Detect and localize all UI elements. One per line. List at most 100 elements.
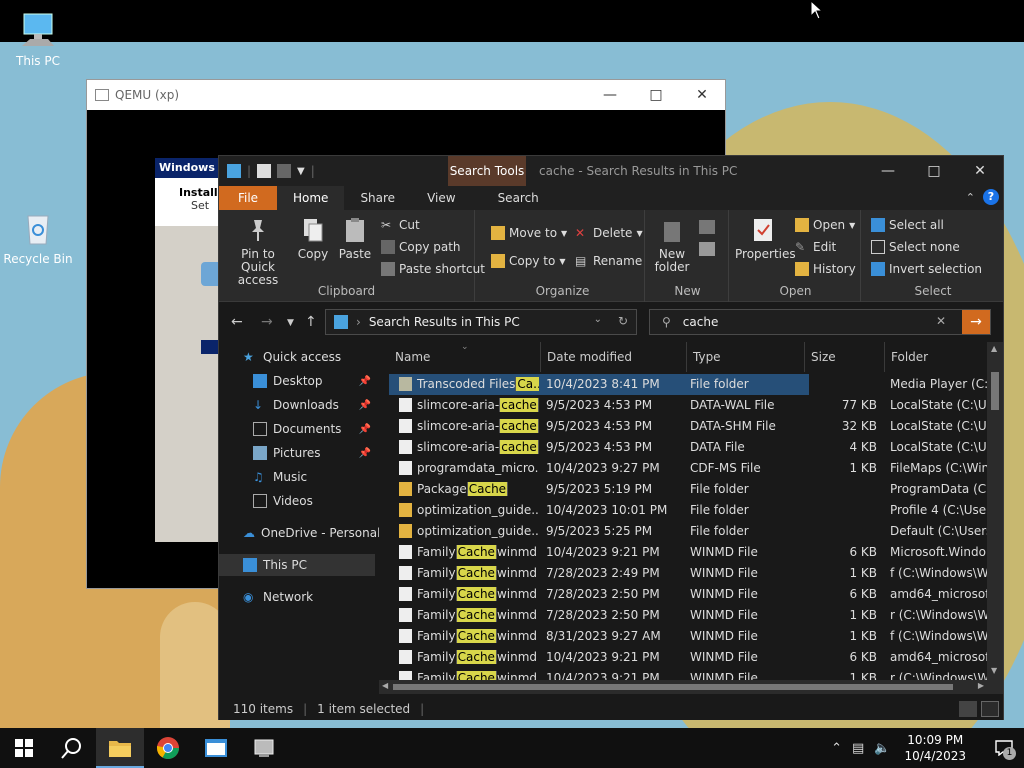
table-row[interactable]: slimcore-aria-cache... 9/5/2023 4:53 PM DA… [389,437,988,458]
recent-locations-icon[interactable]: ▼ [287,318,294,328]
table-row[interactable]: slimcore-aria-cache... 9/5/2023 4:53 PM DA… [389,416,988,437]
minimize-button[interactable]: — [865,156,911,186]
table-row[interactable]: Family Cache winmd 7/28/2023 2:50 PM WINMD F… [389,605,988,626]
search-input[interactable]: cache [683,315,719,329]
table-row[interactable]: optimization_guide... 10/4/2023 10:01 PM F… [389,500,988,521]
table-row[interactable]: Family Cache winmd 10/4/2023 9:21 PM WINMD F… [389,647,988,668]
tab-search[interactable]: Search [482,186,555,210]
vertical-scrollbar[interactable]: ▲ ▼ [987,342,1003,694]
search-tools-context-tab[interactable]: Search Tools [448,156,526,186]
edit-button[interactable]: ✎ Edit [795,240,836,254]
nav-music[interactable]: ♫ Music [219,466,375,488]
desktop-icon-this-pc[interactable]: This PC [3,10,73,68]
volume-icon[interactable]: 🔈 [874,741,890,756]
nav-quick-access[interactable]: ★ Quick access [219,346,375,368]
horizontal-scrollbar[interactable]: ◀ ▶ [379,680,987,694]
column-date-modified[interactable]: Date modified [541,342,687,372]
minimize-button[interactable]: — [587,80,633,110]
tab-view[interactable]: View [411,186,471,210]
table-row[interactable]: slimcore-aria-cache... 9/5/2023 4:53 PM DA… [389,395,988,416]
easy-access-icon[interactable] [699,242,715,256]
column-folder[interactable]: Folder [885,342,987,372]
table-row[interactable]: programdata_micro... 10/4/2023 9:27 PM CDF… [389,458,988,479]
clear-search-icon[interactable]: ✕ [936,314,946,328]
properties-button[interactable]: Properties [735,216,796,261]
close-button[interactable]: ✕ [957,156,1003,186]
chevron-down-icon[interactable]: ⌄ [594,314,602,325]
tab-file[interactable]: File [219,186,277,210]
delete-button[interactable]: ✕ Delete ▼ [575,226,643,240]
customize-toolbar-icon[interactable]: ▼ [297,166,305,177]
column-type[interactable]: Type [687,342,805,372]
paste-button[interactable]: Paste [337,216,373,261]
tab-share[interactable]: Share [344,186,411,210]
nav-videos[interactable]: Videos [219,490,375,512]
guest-installer-window[interactable]: Windows X Installi Set [155,158,225,542]
collapse-ribbon-icon[interactable]: ⌃ [966,191,975,204]
table-row[interactable]: Transcoded FilesCa... 10/4/2023 8:41 PM Fi… [389,374,988,395]
table-row[interactable]: Family Cache winmd 7/28/2023 2:49 PM WINMD F… [389,563,988,584]
column-size[interactable]: Size [805,342,885,372]
notification-center-button[interactable]: 1 [984,728,1024,768]
back-button[interactable]: ← [231,314,243,330]
copy-to-button[interactable]: Copy to ▼ [491,254,565,268]
nav-network[interactable]: ◉ Network [219,586,375,608]
chevron-up-icon[interactable]: ⌃ [831,741,842,756]
vertical-scroll-thumb[interactable] [991,372,999,410]
table-row[interactable]: Family Cache winmd 8/31/2023 9:27 AM WINMD F… [389,626,988,647]
horizontal-scroll-thumb[interactable] [393,684,953,690]
table-row[interactable]: optimization_guide... 9/5/2023 5:25 PM Fil… [389,521,988,542]
nav-onedrive[interactable]: ☁ OneDrive - Personal [219,522,380,544]
properties-icon[interactable] [257,164,272,178]
nav-downloads[interactable]: ↓ Downloads 📌 [219,394,375,416]
copy-path-button[interactable]: Copy path [381,240,461,254]
table-row[interactable]: Package Cache 9/5/2023 5:19 PM File folder P… [389,479,988,500]
new-item-icon[interactable] [699,220,715,234]
close-button[interactable]: ✕ [679,80,725,110]
explorer-titlebar[interactable]: | ▼ | Search Tools cache - Search Result… [219,156,1003,186]
maximize-button[interactable]: □ [633,80,679,110]
table-row[interactable]: Family Cache winmd 10/4/2023 9:21 PM WINMD F… [389,542,988,563]
nav-this-pc[interactable]: This PC [219,554,375,576]
scroll-right-icon[interactable]: ▶ [978,681,984,690]
scroll-left-icon[interactable]: ◀ [382,681,388,690]
invert-selection-button[interactable]: Invert selection [871,262,982,276]
open-button[interactable]: Open ▼ [795,218,855,232]
new-folder-button[interactable]: New folder [653,216,691,274]
rename-button[interactable]: ▤ Rename [575,254,642,268]
scroll-up-icon[interactable]: ▲ [991,344,997,353]
address-bar[interactable]: › Search Results in This PC ⌄ ↻ [325,309,637,335]
large-icons-view-icon[interactable] [981,701,999,717]
nav-desktop[interactable]: Desktop 📌 [219,370,375,392]
desktop-icon-recycle-bin[interactable]: Recycle Bin [3,208,73,266]
forward-button[interactable]: → [261,314,273,330]
nav-documents[interactable]: Documents 📌 [219,418,375,440]
new-folder-icon[interactable] [277,164,292,178]
tab-home[interactable]: Home [277,186,345,210]
search-go-button[interactable]: → [962,310,990,334]
qemu-titlebar[interactable]: QEMU (xp) — □ ✕ [87,80,725,110]
select-none-button[interactable]: Select none [871,240,960,254]
move-to-button[interactable]: Move to ▼ [491,226,567,240]
taskbar-qemu[interactable] [240,728,288,768]
up-button[interactable]: ↑ [305,314,317,330]
table-row[interactable]: Family Cache winmd 7/28/2023 2:50 PM WINMD F… [389,584,988,605]
copy-button[interactable]: Copy [295,216,331,261]
scroll-down-icon[interactable]: ▼ [991,666,997,675]
taskbar-app-window[interactable] [192,728,240,768]
history-button[interactable]: History [795,262,856,276]
network-icon[interactable]: ▤ [852,741,864,756]
paste-shortcut-button[interactable]: Paste shortcut [381,262,485,276]
details-view-icon[interactable] [959,701,977,717]
cut-button[interactable]: ✂ Cut [381,218,420,232]
refresh-icon[interactable]: ↻ [618,314,628,328]
start-button[interactable] [0,728,48,768]
search-button[interactable] [48,728,96,768]
taskbar-chrome[interactable] [144,728,192,768]
select-all-button[interactable]: Select all [871,218,944,232]
file-explorer-window[interactable]: | ▼ | Search Tools cache - Search Result… [218,155,1004,720]
clock[interactable]: 10:09 PM 10/4/2023 [904,732,966,764]
taskbar-file-explorer[interactable] [96,728,144,768]
search-box[interactable]: ⚲ cache ✕ → [649,309,991,335]
nav-pictures[interactable]: Pictures 📌 [219,442,375,464]
